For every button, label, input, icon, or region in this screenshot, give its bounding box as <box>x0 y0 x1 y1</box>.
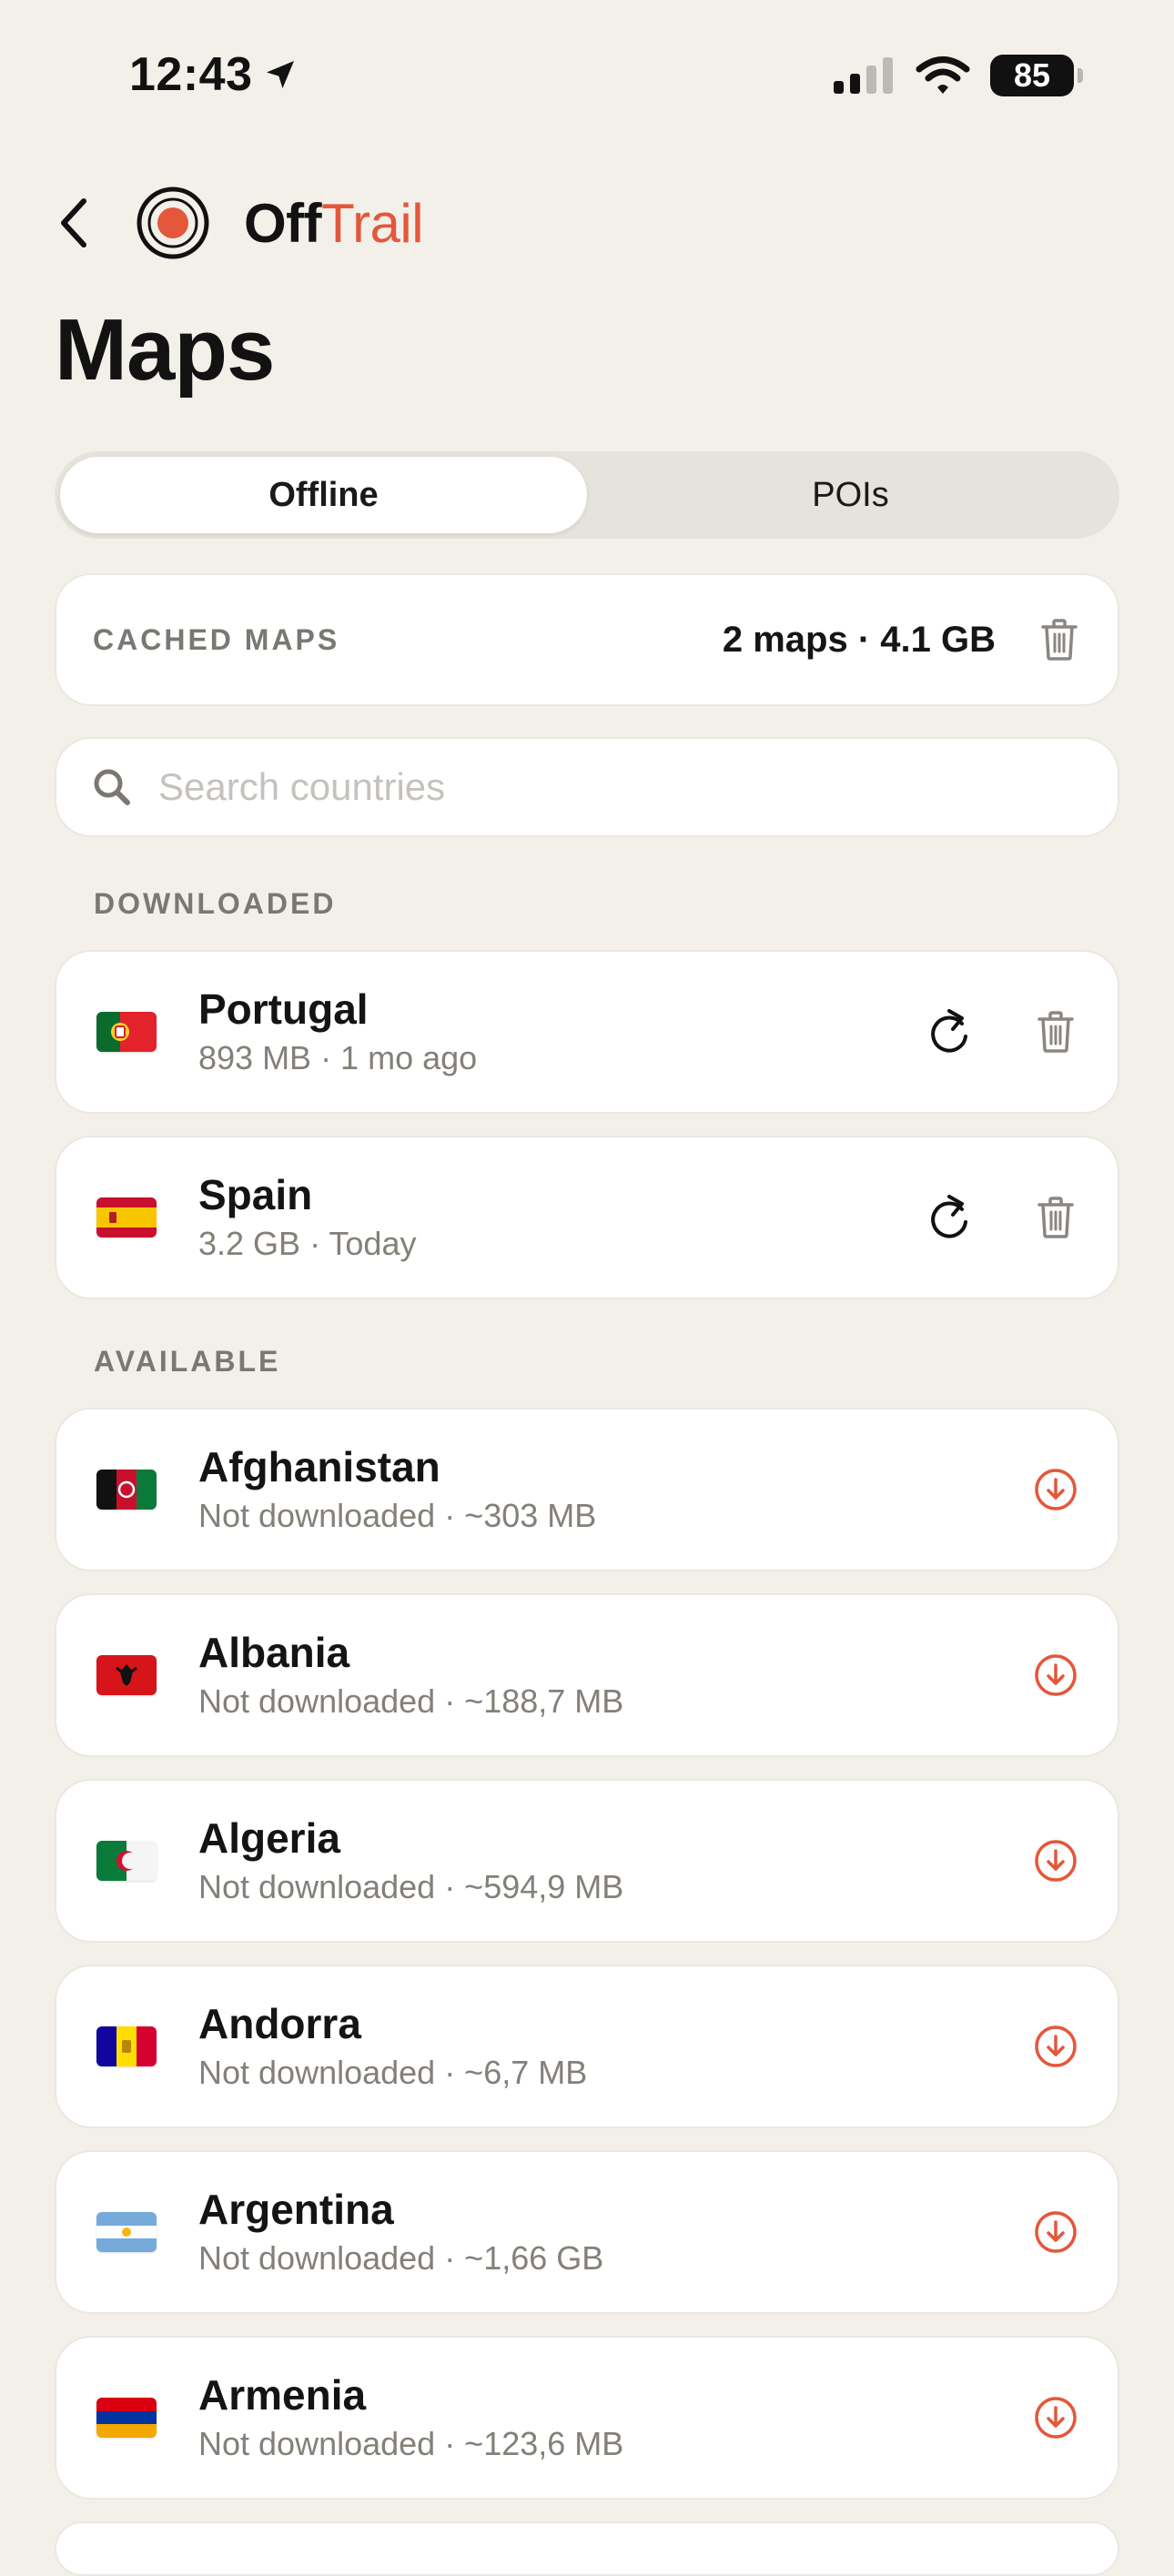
app-header: OffTrail <box>55 182 424 264</box>
row-text: Portugal 893 MB · 1 mo ago <box>198 984 477 1080</box>
download-circle-icon <box>1035 2025 1077 2067</box>
brand-name-part2: Trail <box>321 192 424 254</box>
flag-albania-icon <box>96 1655 157 1695</box>
available-row-argentina[interactable]: Argentina Not downloaded · ~1,66 GB <box>55 2150 1119 2314</box>
battery-indicator: 85 <box>990 55 1083 96</box>
row-actions <box>925 1192 1081 1243</box>
download-circle-icon <box>1035 2397 1077 2439</box>
country-name: Algeria <box>198 1814 340 1862</box>
country-meta: 3.2 GB · Today <box>198 1225 417 1262</box>
row-text: Andorra Not downloaded · ~6,7 MB <box>198 1998 587 2095</box>
flag-portugal-icon <box>96 1012 157 1052</box>
country-name: Albania <box>198 1629 350 1676</box>
status-time: 12:43 <box>129 48 253 101</box>
section-label-downloaded: DOWNLOADED <box>94 887 337 920</box>
row-text: Armenia Not downloaded · ~123,6 MB <box>198 2369 623 2466</box>
available-row-andorra[interactable]: Andorra Not downloaded · ~6,7 MB <box>55 1965 1119 2128</box>
download-circle-icon <box>1035 1840 1077 1882</box>
download-circle-icon <box>1035 1469 1077 1510</box>
search-input[interactable] <box>158 765 977 809</box>
row-text: Afghanistan Not downloaded · ~303 MB <box>198 1441 596 1538</box>
brand-name: OffTrail <box>244 192 424 255</box>
trash-icon <box>1041 619 1078 661</box>
country-meta: Not downloaded · ~594,9 MB <box>198 1868 624 1905</box>
row-actions <box>1030 2207 1081 2258</box>
flag-armenia-icon <box>96 2398 157 2438</box>
download-button[interactable] <box>1030 2207 1081 2258</box>
flag-spain-icon <box>96 1197 157 1237</box>
row-actions <box>1030 2392 1081 2443</box>
section-label-available: AVAILABLE <box>94 1345 281 1378</box>
chevron-left-icon <box>61 198 86 247</box>
available-row-albania[interactable]: Albania Not downloaded · ~188,7 MB <box>55 1593 1119 1757</box>
available-row-armenia[interactable]: Armenia Not downloaded · ~123,6 MB <box>55 2336 1119 2500</box>
cellular-signal-icon <box>834 57 893 94</box>
downloaded-row-spain[interactable]: Spain 3.2 GB · Today <box>55 1136 1119 1299</box>
wifi-icon <box>916 56 970 94</box>
download-button[interactable] <box>1030 2021 1081 2072</box>
trash-icon <box>1037 1011 1074 1053</box>
country-name: Argentina <box>198 2186 394 2233</box>
tab-pois[interactable]: POIs <box>587 457 1114 533</box>
available-row-afghanistan[interactable]: Afghanistan Not downloaded · ~303 MB <box>55 1408 1119 1571</box>
cached-maps-label: CACHED MAPS <box>93 622 340 656</box>
available-row-algeria[interactable]: Algeria Not downloaded · ~594,9 MB <box>55 1779 1119 1943</box>
clear-cache-button[interactable] <box>1037 616 1081 663</box>
row-actions <box>1030 1650 1081 1701</box>
refresh-icon <box>931 1195 967 1238</box>
download-button[interactable] <box>1030 1464 1081 1515</box>
status-bar: 12:43 85 <box>0 0 1174 155</box>
country-meta: 893 MB · 1 mo ago <box>198 1039 478 1076</box>
available-row-partial[interactable] <box>55 2521 1119 2576</box>
flag-andorra-icon <box>96 2026 157 2066</box>
cached-maps-summary: 2 maps · 4.1 GB <box>722 619 996 660</box>
tab-offline[interactable]: Offline <box>60 457 587 533</box>
country-name: Spain <box>198 1171 313 1218</box>
downloaded-row-portugal[interactable]: Portugal 893 MB · 1 mo ago <box>55 950 1119 1114</box>
country-meta: Not downloaded · ~6,7 MB <box>198 2054 588 2091</box>
battery-level: 85 <box>1013 56 1051 94</box>
country-meta: Not downloaded · ~303 MB <box>198 1497 597 1534</box>
country-meta: Not downloaded · ~123,6 MB <box>198 2425 624 2462</box>
flag-algeria-icon <box>96 1841 157 1881</box>
back-button[interactable] <box>55 191 96 255</box>
row-actions <box>1030 1835 1081 1886</box>
status-time-group: 12:43 <box>129 47 299 102</box>
country-name: Armenia <box>198 2371 367 2419</box>
trash-icon <box>1037 1197 1074 1238</box>
country-meta: Not downloaded · ~1,66 GB <box>198 2239 604 2277</box>
flag-argentina-icon <box>96 2212 157 2252</box>
tab-switcher: Offline POIs <box>55 451 1119 539</box>
search-icon <box>94 769 130 805</box>
download-button[interactable] <box>1030 1650 1081 1701</box>
row-text: Algeria Not downloaded · ~594,9 MB <box>198 1813 623 1909</box>
country-name: Andorra <box>198 2000 361 2047</box>
row-actions <box>1030 1464 1081 1515</box>
country-name: Portugal <box>198 985 369 1033</box>
row-text: Spain 3.2 GB · Today <box>198 1169 416 1266</box>
app-logo-icon <box>137 187 209 259</box>
search-bar <box>55 737 1119 837</box>
download-circle-icon <box>1035 2211 1077 2253</box>
cached-maps-card: CACHED MAPS 2 maps · 4.1 GB <box>55 573 1119 706</box>
country-name: Afghanistan <box>198 1443 440 1490</box>
delete-button[interactable] <box>1030 1006 1081 1057</box>
status-indicators: 85 <box>832 55 1083 96</box>
delete-button[interactable] <box>1030 1192 1081 1243</box>
refresh-icon <box>931 1009 967 1053</box>
page-title: Maps <box>55 301 275 399</box>
row-text: Argentina Not downloaded · ~1,66 GB <box>198 2184 603 2280</box>
refresh-button[interactable] <box>925 1192 976 1243</box>
row-actions <box>1030 2021 1081 2072</box>
location-arrow-icon <box>266 61 294 88</box>
flag-afghanistan-icon <box>96 1470 157 1510</box>
download-circle-icon <box>1035 1654 1077 1696</box>
row-text: Albania Not downloaded · ~188,7 MB <box>198 1627 623 1723</box>
refresh-button[interactable] <box>925 1006 976 1057</box>
download-button[interactable] <box>1030 1835 1081 1886</box>
row-actions <box>925 1006 1081 1057</box>
download-button[interactable] <box>1030 2392 1081 2443</box>
brand-name-part1: Off <box>244 192 322 254</box>
country-meta: Not downloaded · ~188,7 MB <box>198 1682 624 1720</box>
